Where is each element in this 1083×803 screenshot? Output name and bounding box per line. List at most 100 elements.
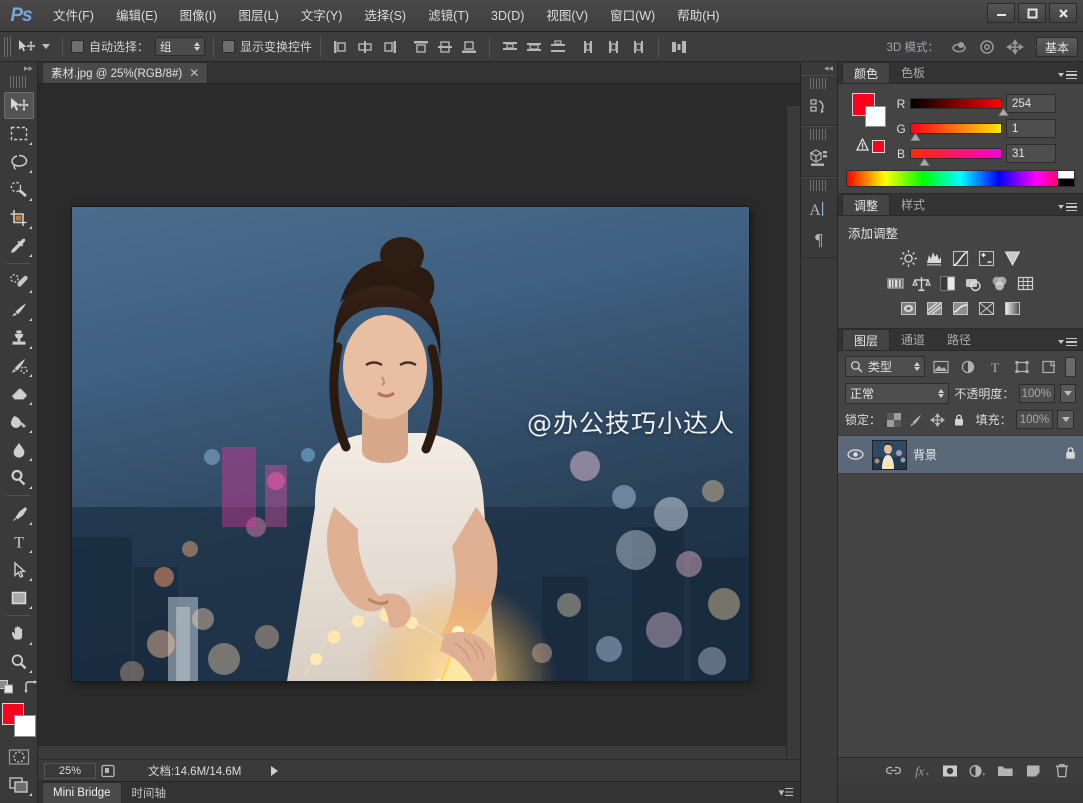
out-of-gamut-warning-icon[interactable] (855, 137, 869, 154)
distribute-left-edges-icon[interactable] (578, 36, 602, 58)
clone-stamp-tool[interactable] (4, 324, 34, 351)
channel-value-b[interactable]: 31 (1006, 144, 1056, 163)
menu-edit[interactable]: 编辑(E) (105, 0, 169, 32)
distribute-right-edges-icon[interactable] (626, 36, 650, 58)
hue-saturation-icon[interactable] (885, 272, 907, 294)
lock-position-icon[interactable] (928, 411, 946, 429)
align-right-edges-icon[interactable] (377, 36, 401, 58)
quick-mask-toggle[interactable] (4, 743, 34, 770)
blend-mode-dropdown[interactable]: 正常 (845, 383, 950, 404)
eyedropper-tool[interactable] (4, 232, 34, 259)
color-swatches[interactable] (1, 703, 36, 737)
document-thumbnail-icon[interactable] (96, 762, 120, 780)
move-tool[interactable] (3, 92, 34, 119)
posterize-icon[interactable] (924, 297, 946, 319)
distribute-bottom-edges-icon[interactable] (546, 36, 570, 58)
zoom-tool[interactable] (4, 648, 34, 675)
maximize-button[interactable] (1018, 3, 1046, 23)
distribute-vertical-centers-icon[interactable] (522, 36, 546, 58)
background-color-swatch[interactable] (13, 715, 36, 737)
filter-pixel-icon[interactable] (930, 357, 952, 377)
document-tab[interactable]: 素材.jpg @ 25%(RGB/8#) ✕ (42, 62, 209, 83)
color-panel-background[interactable] (865, 106, 886, 127)
link-layers-icon[interactable] (884, 761, 903, 780)
new-group-icon[interactable] (996, 761, 1015, 780)
tab-color[interactable]: 颜色 (842, 62, 891, 83)
canvas[interactable]: EMPTY YOUR MIND @办公技巧小达人 (38, 84, 800, 781)
pen-tool[interactable] (4, 500, 34, 527)
layer-style-fx-icon[interactable]: fx (912, 761, 931, 780)
menu-help[interactable]: 帮助(H) (666, 0, 730, 32)
fill-value[interactable]: 100% (1015, 410, 1054, 429)
distribute-horizontal-centers-icon[interactable] (602, 36, 626, 58)
close-icon[interactable]: ✕ (189, 66, 199, 80)
show-transform-checkbox[interactable] (222, 40, 236, 53)
slider-g[interactable] (910, 123, 1002, 141)
rectangular-marquee-tool[interactable] (4, 120, 34, 147)
opacity-value[interactable]: 100% (1019, 384, 1056, 403)
type-tool[interactable]: T (4, 528, 34, 555)
rail-collapse-icon[interactable]: ◂◂ (801, 62, 837, 75)
move-tool-icon[interactable] (16, 37, 38, 57)
swap-colors-icon[interactable] (23, 680, 39, 697)
toolbar-grip[interactable] (10, 76, 27, 88)
menu-image[interactable]: 图像(I) (169, 0, 228, 32)
menu-layer[interactable]: 图层(L) (227, 0, 289, 32)
brush-tool[interactable] (4, 296, 34, 323)
channel-value-g[interactable]: 1 (1006, 119, 1056, 138)
layer-filter-dropdown[interactable]: 类型 (845, 356, 925, 377)
table-row[interactable]: 背景 (838, 436, 1083, 474)
color-balance-icon[interactable] (911, 272, 933, 294)
roll-3d-icon[interactable] (975, 36, 999, 58)
color-lookup-icon[interactable] (1015, 272, 1037, 294)
tab-adjustments[interactable]: 调整 (842, 194, 891, 215)
history-panel-icon[interactable] (803, 92, 835, 122)
filter-shape-icon[interactable] (1011, 357, 1033, 377)
tab-channels[interactable]: 通道 (890, 329, 936, 350)
menu-type[interactable]: 文字(Y) (290, 0, 354, 32)
options-bar-grip[interactable] (4, 36, 11, 57)
eye-icon[interactable] (844, 448, 866, 461)
selective-color-icon[interactable] (976, 297, 998, 319)
color-panel-swatches[interactable] (852, 93, 888, 127)
blur-tool[interactable] (4, 436, 34, 463)
fill-stepper[interactable] (1057, 410, 1075, 429)
auto-select-dropdown[interactable]: 组 (155, 37, 206, 56)
white-black-swatch[interactable] (1058, 171, 1074, 186)
layers-panel-menu-icon[interactable] (1058, 337, 1077, 346)
hand-tool[interactable] (4, 620, 34, 647)
lock-all-icon[interactable] (950, 411, 968, 429)
slider-b[interactable] (910, 148, 1002, 166)
canvas-horizontal-scrollbar[interactable] (38, 745, 786, 759)
lock-transparency-icon[interactable] (885, 411, 903, 429)
new-adjustment-layer-icon[interactable] (968, 761, 987, 780)
path-selection-tool[interactable] (4, 556, 34, 583)
document-image[interactable]: EMPTY YOUR MIND @办公技巧小达人 (72, 207, 749, 681)
rail-grip-1[interactable] (810, 78, 828, 89)
quick-selection-tool[interactable] (4, 176, 34, 203)
tab-layers[interactable]: 图层 (842, 329, 891, 350)
tab-mini-bridge[interactable]: Mini Bridge (42, 782, 122, 803)
menu-filter[interactable]: 滤镜(T) (417, 0, 480, 32)
exposure-icon[interactable] (976, 247, 998, 269)
delete-layer-icon[interactable] (1052, 761, 1071, 780)
eraser-tool[interactable] (4, 380, 34, 407)
crop-tool[interactable] (4, 204, 34, 231)
distribute-top-edges-icon[interactable] (498, 36, 522, 58)
default-colors-icon[interactable] (0, 680, 14, 697)
gradient-map-icon[interactable] (1002, 297, 1024, 319)
gradient-tool[interactable] (4, 408, 34, 435)
opacity-stepper[interactable] (1060, 384, 1076, 403)
filter-smart-object-icon[interactable] (1038, 357, 1060, 377)
new-layer-icon[interactable] (1024, 761, 1043, 780)
brightness-contrast-icon[interactable] (898, 247, 920, 269)
threshold-icon[interactable] (950, 297, 972, 319)
zoom-level-field[interactable]: 25% (44, 762, 96, 779)
character-panel-icon[interactable]: A (803, 194, 835, 224)
tab-timeline[interactable]: 时间轴 (122, 782, 177, 803)
lock-image-icon[interactable] (907, 411, 925, 429)
color-panel-menu-icon[interactable] (1058, 70, 1077, 79)
filter-enable-toggle[interactable] (1065, 356, 1076, 377)
gamut-substitute-swatch[interactable] (871, 139, 885, 153)
tab-paths[interactable]: 路径 (936, 329, 982, 350)
